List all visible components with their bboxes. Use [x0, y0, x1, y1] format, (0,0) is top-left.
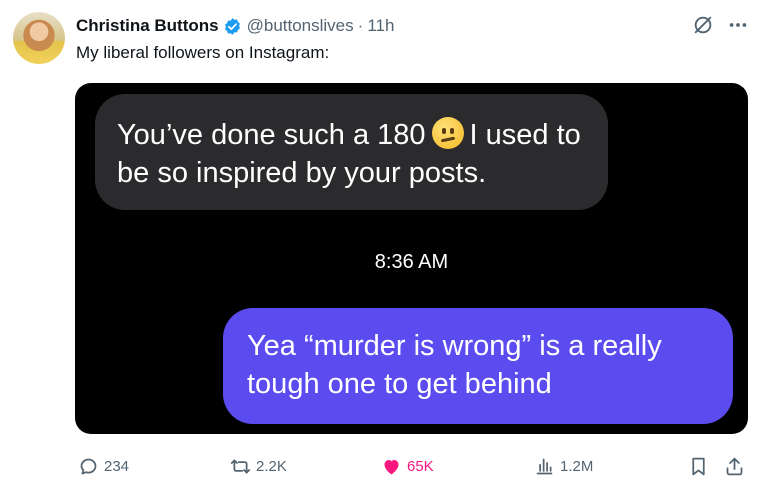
bookmark-icon — [692, 457, 705, 475]
reply-button[interactable]: 234 — [78, 454, 129, 478]
like-count: 65K — [407, 457, 434, 475]
incoming-message-part1: You’ve done such a 180 — [117, 119, 426, 151]
tweet-header: Christina Buttons @buttonslives · 11h — [76, 15, 394, 37]
message-timestamp: 8:36 AM — [374, 251, 449, 273]
outgoing-message-bubble: Yea “murder is wrong” is a really tough … — [223, 308, 733, 424]
tweet-text: My liberal followers on Instagram: — [76, 43, 330, 62]
tweet-media[interactable]: You’ve done such a 180 I used to be so in… — [75, 83, 748, 434]
share-button[interactable] — [724, 454, 750, 478]
reply-count: 234 — [104, 457, 130, 475]
author-handle[interactable]: @buttonslives — [247, 16, 354, 36]
repost-count: 2.2K — [256, 457, 287, 475]
more-icon[interactable] — [727, 14, 749, 36]
separator: · — [357, 16, 364, 35]
reply-icon — [80, 458, 97, 474]
action-bar: 234 2.2K 65K 1.2M — [0, 454, 777, 478]
grok-icon[interactable] — [692, 14, 714, 36]
author-name[interactable]: Christina Buttons — [76, 16, 219, 36]
incoming-message-bubble: You’ve done such a 180 I used to be so in… — [95, 94, 608, 210]
share-icon — [726, 457, 743, 475]
view-count: 1.2M — [560, 457, 594, 475]
repost-icon — [230, 459, 251, 473]
like-button[interactable]: 65K — [381, 454, 434, 478]
confused-face-emoji — [431, 117, 464, 149]
bookmark-button[interactable] — [688, 454, 714, 478]
views-icon — [536, 458, 553, 474]
like-icon — [384, 459, 399, 474]
verified-badge-icon — [224, 17, 240, 35]
timestamp[interactable]: 11h — [367, 16, 394, 36]
avatar[interactable] — [13, 12, 65, 64]
views-button[interactable]: 1.2M — [534, 454, 593, 478]
repost-button[interactable]: 2.2K — [230, 454, 287, 478]
